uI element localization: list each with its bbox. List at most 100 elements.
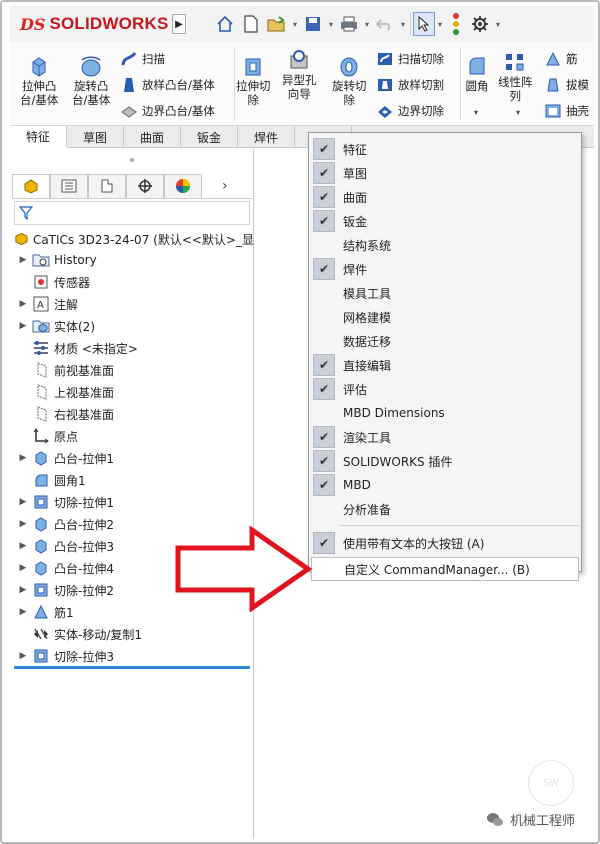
menu-item[interactable]: MBD Dimensions xyxy=(311,401,579,425)
open-icon[interactable] xyxy=(264,11,290,37)
menu-item[interactable]: ✔ MBD xyxy=(311,473,579,497)
home-icon[interactable] xyxy=(212,11,238,37)
menu-item-label: 结构系统 xyxy=(343,238,392,253)
lofted-cut-button[interactable]: 放样切割 xyxy=(376,76,444,94)
menu-item[interactable]: ✔ 曲面 xyxy=(311,185,579,209)
save-icon[interactable] xyxy=(300,11,326,37)
tree-item[interactable]: ▶ 凸台-拉伸1 xyxy=(14,447,254,469)
property-manager-tab[interactable] xyxy=(50,173,88,198)
rollback-bar[interactable] xyxy=(14,666,250,669)
tree-item[interactable]: 上视基准面 xyxy=(14,381,254,403)
draft-button[interactable]: 拔模 xyxy=(544,76,589,94)
linear-pattern-dropdown-icon[interactable]: ▾ xyxy=(516,108,520,117)
checkbox-empty xyxy=(313,234,335,256)
fillet-button[interactable]: 圆角 xyxy=(464,54,490,93)
tree-item[interactable]: ▶ 实体(2) xyxy=(14,315,254,337)
menu-item-customize-commandmanager[interactable]: 自定义 CommandManager... (B) xyxy=(311,557,579,581)
feature-manager-tab[interactable] xyxy=(12,173,50,198)
revolved-boss-button[interactable]: 旋转凸 台/基体 xyxy=(72,54,110,107)
extruded-cut-button[interactable]: 拉伸切 除 xyxy=(236,54,271,107)
menu-item[interactable]: ✔ SOLIDWORKS 插件 xyxy=(311,449,579,473)
select-icon[interactable] xyxy=(413,12,435,36)
revolved-cut-button[interactable]: 旋转切 除 xyxy=(332,54,367,107)
menu-item[interactable]: 数据迁移 xyxy=(311,329,579,353)
menu-item[interactable]: ✔ 草图 xyxy=(311,161,579,185)
menu-item[interactable]: 结构系统 xyxy=(311,233,579,257)
open-dropdown-icon[interactable]: ▾ xyxy=(290,20,300,29)
sweep-button[interactable]: 扫描 xyxy=(120,50,165,68)
shell-button[interactable]: 抽壳 xyxy=(544,102,589,120)
tree-item[interactable]: 传感器 xyxy=(14,271,254,293)
select-dropdown-icon[interactable]: ▾ xyxy=(435,20,445,29)
expand-arrow-icon[interactable]: ▶ xyxy=(14,299,32,309)
rebuild-icon[interactable] xyxy=(451,13,461,35)
linear-pattern-button[interactable]: 线性阵 列 xyxy=(498,50,533,103)
rib-button[interactable]: 筋 xyxy=(544,50,578,68)
tree-item[interactable]: 原点 xyxy=(14,425,254,447)
menu-item-large-buttons[interactable]: ✔ 使用带有文本的大按钮 (A) xyxy=(311,531,579,555)
print-icon[interactable] xyxy=(336,11,362,37)
boundary-cut-button[interactable]: 边界切除 xyxy=(376,102,444,120)
expand-arrow-icon[interactable]: ▶ xyxy=(14,541,32,551)
menu-item[interactable]: ✔ 直接编辑 xyxy=(311,353,579,377)
tab-sheet-metal[interactable]: 钣金 xyxy=(181,126,238,148)
tree-item-label: 右视基准面 xyxy=(54,407,115,422)
tree-item[interactable]: ▶ A 注解 xyxy=(14,293,254,315)
expand-arrow-icon[interactable]: ▶ xyxy=(14,453,32,463)
undo-icon[interactable] xyxy=(372,11,398,37)
tree-item[interactable]: 材质 <未指定> xyxy=(14,337,254,359)
menu-item[interactable]: 网格建模 xyxy=(311,305,579,329)
expand-arrow-icon[interactable]: ▶ xyxy=(14,321,32,331)
extruded-boss-button[interactable]: 拉伸凸 台/基体 xyxy=(20,54,58,107)
tree-item[interactable]: 右视基准面 xyxy=(14,403,254,425)
part-root[interactable]: CaTICs 3D23-24-07 (默认<<默认>_显 xyxy=(14,229,254,249)
tab-weldments[interactable]: 焊件 xyxy=(238,126,295,148)
display-manager-tab[interactable] xyxy=(164,173,202,198)
menu-item[interactable]: 模具工具 xyxy=(311,281,579,305)
swept-cut-button[interactable]: 扫描切除 xyxy=(376,50,444,68)
tree-item-label: History xyxy=(54,253,97,267)
solidworks-logo[interactable]: DS SOLIDWORKS xyxy=(20,14,172,34)
expand-arrow-icon[interactable]: ▶ xyxy=(14,607,32,617)
expand-arrow-icon[interactable]: ▶ xyxy=(14,497,32,507)
tree-item[interactable]: 前视基准面 xyxy=(14,359,254,381)
menu-item[interactable]: ✔ 特征 xyxy=(311,137,579,161)
tab-sketch[interactable]: 草图 xyxy=(67,126,124,148)
options-icon[interactable] xyxy=(467,11,493,37)
configuration-manager-tab[interactable] xyxy=(88,173,126,198)
tree-item[interactable]: 圆角1 xyxy=(14,469,254,491)
hole-wizard-button[interactable]: 异型孔 向导 xyxy=(282,48,317,101)
expand-arrow-icon[interactable]: ▶ xyxy=(14,585,32,595)
print-dropdown-icon[interactable]: ▾ xyxy=(362,20,372,29)
tree-item[interactable]: 实体-移动/复制1 xyxy=(14,623,254,645)
boundary-boss-button[interactable]: 边界凸台/基体 xyxy=(120,102,215,120)
tree-item[interactable]: ▶ 切除-拉伸3 xyxy=(14,645,254,667)
tab-features[interactable]: 特征 xyxy=(10,126,67,148)
menu-item[interactable]: ✔ 渲染工具 xyxy=(311,425,579,449)
tab-surfaces[interactable]: 曲面 xyxy=(124,126,181,148)
fillet-dropdown-icon[interactable]: ▾ xyxy=(474,108,478,117)
menu-item[interactable]: 分析准备 xyxy=(311,497,579,521)
expand-arrow-icon[interactable]: ▶ xyxy=(14,651,32,661)
expand-arrow-icon[interactable]: ▶ xyxy=(14,255,32,265)
undo-dropdown-icon[interactable]: ▾ xyxy=(398,20,408,29)
menu-item[interactable]: ✔ 评估 xyxy=(311,377,579,401)
expand-arrow-icon[interactable]: ▶ xyxy=(14,563,32,573)
boss-extrude-icon xyxy=(32,450,50,466)
annotation-icon: A xyxy=(32,296,50,312)
loft-boss-button[interactable]: 放样凸台/基体 xyxy=(120,76,215,94)
tree-item[interactable]: ▶ History xyxy=(14,249,254,271)
tree-item-label: 实体(2) xyxy=(54,319,95,334)
new-document-icon[interactable] xyxy=(238,11,264,37)
expand-arrow-icon[interactable]: ▶ xyxy=(14,519,32,529)
options-dropdown-icon[interactable]: ▾ xyxy=(493,20,503,29)
tree-item[interactable]: ▶ 切除-拉伸1 xyxy=(14,491,254,513)
menu-item[interactable]: ✔ 钣金 xyxy=(311,209,579,233)
chevron-right-icon[interactable]: › xyxy=(222,178,228,194)
dimxpert-manager-tab[interactable] xyxy=(126,173,164,198)
panel-grip[interactable] xyxy=(130,158,134,162)
tree-filter[interactable] xyxy=(14,201,250,225)
menu-item[interactable]: ✔ 焊件 xyxy=(311,257,579,281)
menu-expand-arrow[interactable]: ▶ xyxy=(172,14,186,34)
save-dropdown-icon[interactable]: ▾ xyxy=(326,20,336,29)
